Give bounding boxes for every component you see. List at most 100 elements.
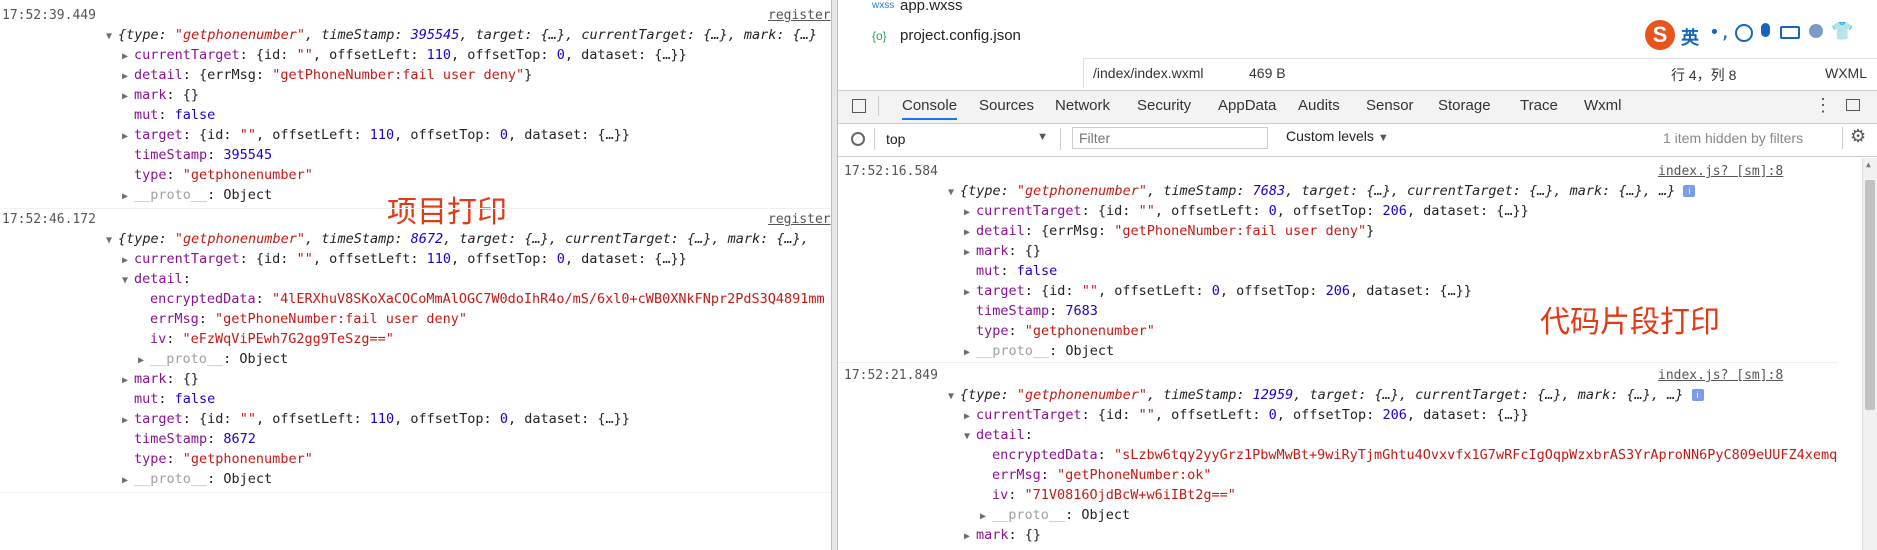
prop-mark[interactable]: ▶ mark: {}	[122, 370, 199, 390]
log-object-summary[interactable]: ▼ {type: "getphonenumber", timeStamp: 395…	[106, 26, 817, 46]
file-item-app-wxss[interactable]: app.wxss	[900, 0, 963, 14]
tab-sensor[interactable]: Sensor	[1366, 97, 1414, 114]
user-icon[interactable]	[1809, 24, 1823, 38]
prop-mark[interactable]: ▶ mark: {}	[964, 526, 1041, 546]
collapsed-triangle-icon[interactable]: ▶	[964, 244, 976, 262]
prop-errmsg: errMsg: "getPhoneNumber:fail user deny"	[150, 311, 468, 327]
editor-language[interactable]: WXML	[1825, 65, 1867, 81]
undock-icon[interactable]	[1846, 99, 1860, 111]
expanded-triangle-icon[interactable]: ▼	[964, 428, 976, 446]
collapsed-triangle-icon[interactable]: ▶	[964, 284, 976, 302]
log-source-link[interactable]: register	[768, 212, 831, 227]
microphone-icon[interactable]	[1761, 23, 1770, 37]
toolbar-separator	[1842, 127, 1843, 149]
collapsed-triangle-icon[interactable]: ▶	[122, 48, 134, 66]
log-source-link[interactable]: index.js? [sm]:8	[1658, 164, 1783, 179]
tab-trace[interactable]: Trace	[1520, 97, 1558, 114]
prop-target[interactable]: ▶ target: {id: "", offsetLeft: 110, offse…	[122, 410, 630, 430]
collapsed-triangle-icon[interactable]: ▶	[122, 472, 134, 490]
log-source-link[interactable]: index.js? [sm]:8	[1658, 368, 1783, 383]
prop-detail[interactable]: ▼ detail:	[964, 426, 1033, 446]
pane-divider[interactable]	[831, 0, 838, 550]
prop-detail[interactable]: ▶ detail: {errMsg: "getPhoneNumber:fail u…	[964, 222, 1374, 242]
collapsed-triangle-icon[interactable]: ▶	[122, 128, 134, 146]
expanded-triangle-icon[interactable]: ▼	[106, 232, 118, 250]
emoji-icon[interactable]	[1735, 24, 1753, 42]
collapsed-triangle-icon[interactable]: ▶	[964, 224, 976, 242]
collapsed-triangle-icon[interactable]: ▶	[122, 68, 134, 86]
file-item-project-config[interactable]: project.config.json	[900, 27, 1021, 44]
sogou-logo-icon[interactable]: S	[1645, 20, 1675, 50]
info-icon[interactable]: i	[1691, 389, 1704, 401]
prop-current-target[interactable]: ▶ currentTarget: {id: "", offsetLeft: 0, …	[964, 202, 1529, 222]
prop-timestamp: timeStamp: 7683	[976, 303, 1098, 319]
scroll-up-arrow-icon[interactable]: ▲	[1866, 160, 1871, 169]
tab-network[interactable]: Network	[1055, 97, 1110, 114]
tab-appdata[interactable]: AppData	[1218, 97, 1276, 114]
scrollbar-thumb[interactable]	[1865, 180, 1875, 410]
prop-proto[interactable]: ▶ __proto__: Object	[138, 350, 288, 370]
info-icon[interactable]: i	[1683, 185, 1696, 197]
tab-console[interactable]: Console	[902, 97, 958, 120]
console-scrollbar[interactable]: ▲	[1862, 158, 1877, 550]
dropdown-arrow-icon: ▼	[1037, 131, 1048, 143]
expanded-triangle-icon[interactable]: ▼	[106, 28, 118, 46]
prop-current-target[interactable]: ▶ currentTarget: {id: "", offsetLeft: 110…	[122, 250, 687, 270]
tab-wxml[interactable]: Wxml	[1584, 97, 1622, 114]
editor-cursor-position[interactable]: 行 4，列 8	[1671, 65, 1736, 85]
context-select[interactable]: top ▼	[880, 128, 1052, 150]
toolbar-separator	[874, 128, 875, 150]
tab-storage[interactable]: Storage	[1438, 97, 1491, 114]
log-timestamp: 17:52:21.849	[844, 368, 938, 383]
tab-security[interactable]: Security	[1137, 97, 1191, 114]
prop-proto[interactable]: ▶ __proto__: Object	[980, 506, 1130, 526]
prop-proto[interactable]: ▶ __proto__: Object	[122, 470, 272, 490]
tab-audits[interactable]: Audits	[1298, 97, 1340, 114]
collapsed-triangle-icon[interactable]: ▶	[964, 344, 976, 362]
collapsed-triangle-icon[interactable]: ▶	[138, 352, 150, 370]
prop-mark[interactable]: ▶ mark: {}	[964, 242, 1041, 262]
prop-detail[interactable]: ▶ detail: {errMsg: "getPhoneNumber:fail u…	[122, 66, 532, 86]
collapsed-triangle-icon[interactable]: ▶	[122, 252, 134, 270]
collapsed-triangle-icon[interactable]: ▶	[122, 188, 134, 206]
tab-sources[interactable]: Sources	[979, 97, 1034, 114]
prop-current-target[interactable]: ▶ currentTarget: {id: "", offsetLeft: 110…	[122, 46, 687, 66]
expanded-triangle-icon[interactable]: ▼	[948, 388, 960, 406]
punctuation-icon[interactable]: •,	[1709, 22, 1731, 43]
prop-encrypted-data: encryptedData: "4lERXhuV8SKoXaCOCoMmAlOG…	[150, 291, 825, 307]
prop-proto[interactable]: ▶ __proto__: Object	[964, 342, 1114, 362]
collapsed-triangle-icon[interactable]: ▶	[964, 528, 976, 546]
collapsed-triangle-icon[interactable]: ▶	[964, 204, 976, 222]
settings-gear-icon[interactable]: ⚙	[1850, 126, 1866, 147]
expanded-triangle-icon[interactable]: ▼	[948, 184, 960, 202]
collapsed-triangle-icon[interactable]: ▶	[122, 412, 134, 430]
prop-type: type: "getphonenumber"	[134, 451, 313, 467]
prop-proto[interactable]: ▶ __proto__: Object	[122, 186, 272, 206]
log-source-link[interactable]: register	[768, 8, 831, 23]
log-timestamp: 17:52:39.449	[2, 8, 96, 23]
collapsed-triangle-icon[interactable]: ▶	[122, 372, 134, 390]
log-levels-select[interactable]: Custom levels ▼	[1286, 128, 1389, 144]
keyboard-icon[interactable]	[1780, 26, 1800, 39]
collapsed-triangle-icon[interactable]: ▶	[980, 508, 992, 526]
prop-target[interactable]: ▶ target: {id: "", offsetLeft: 110, offse…	[122, 126, 630, 146]
prop-target[interactable]: ▶ target: {id: "", offsetLeft: 0, offsetT…	[964, 282, 1472, 302]
skin-shirt-icon[interactable]: 👕	[1831, 21, 1853, 42]
clear-console-icon[interactable]	[851, 132, 865, 146]
filter-input[interactable]	[1072, 127, 1268, 149]
log-object-summary[interactable]: ▼ {type: "getphonenumber", timeStamp: 129…	[948, 386, 1704, 406]
log-object-summary[interactable]: ▼ {type: "getphonenumber", timeStamp: 768…	[948, 182, 1696, 202]
prop-type: type: "getphonenumber"	[976, 323, 1155, 339]
more-options-icon[interactable]: ⋮	[1814, 95, 1832, 116]
collapsed-triangle-icon[interactable]: ▶	[122, 88, 134, 106]
prop-mark[interactable]: ▶ mark: {}	[122, 86, 199, 106]
devtools-tab-bar: Console Sources Network Security AppData…	[838, 90, 1877, 124]
toolbar-separator	[1060, 128, 1061, 150]
collapsed-triangle-icon[interactable]: ▶	[964, 408, 976, 426]
ime-lang-toggle[interactable]: 英	[1681, 24, 1699, 50]
expanded-triangle-icon[interactable]: ▼	[122, 272, 134, 290]
log-object-summary[interactable]: ▼ {type: "getphonenumber", timeStamp: 867…	[106, 230, 809, 250]
prop-detail[interactable]: ▼ detail:	[122, 270, 191, 290]
prop-current-target[interactable]: ▶ currentTarget: {id: "", offsetLeft: 0, …	[964, 406, 1529, 426]
inspect-element-icon[interactable]	[852, 99, 866, 113]
